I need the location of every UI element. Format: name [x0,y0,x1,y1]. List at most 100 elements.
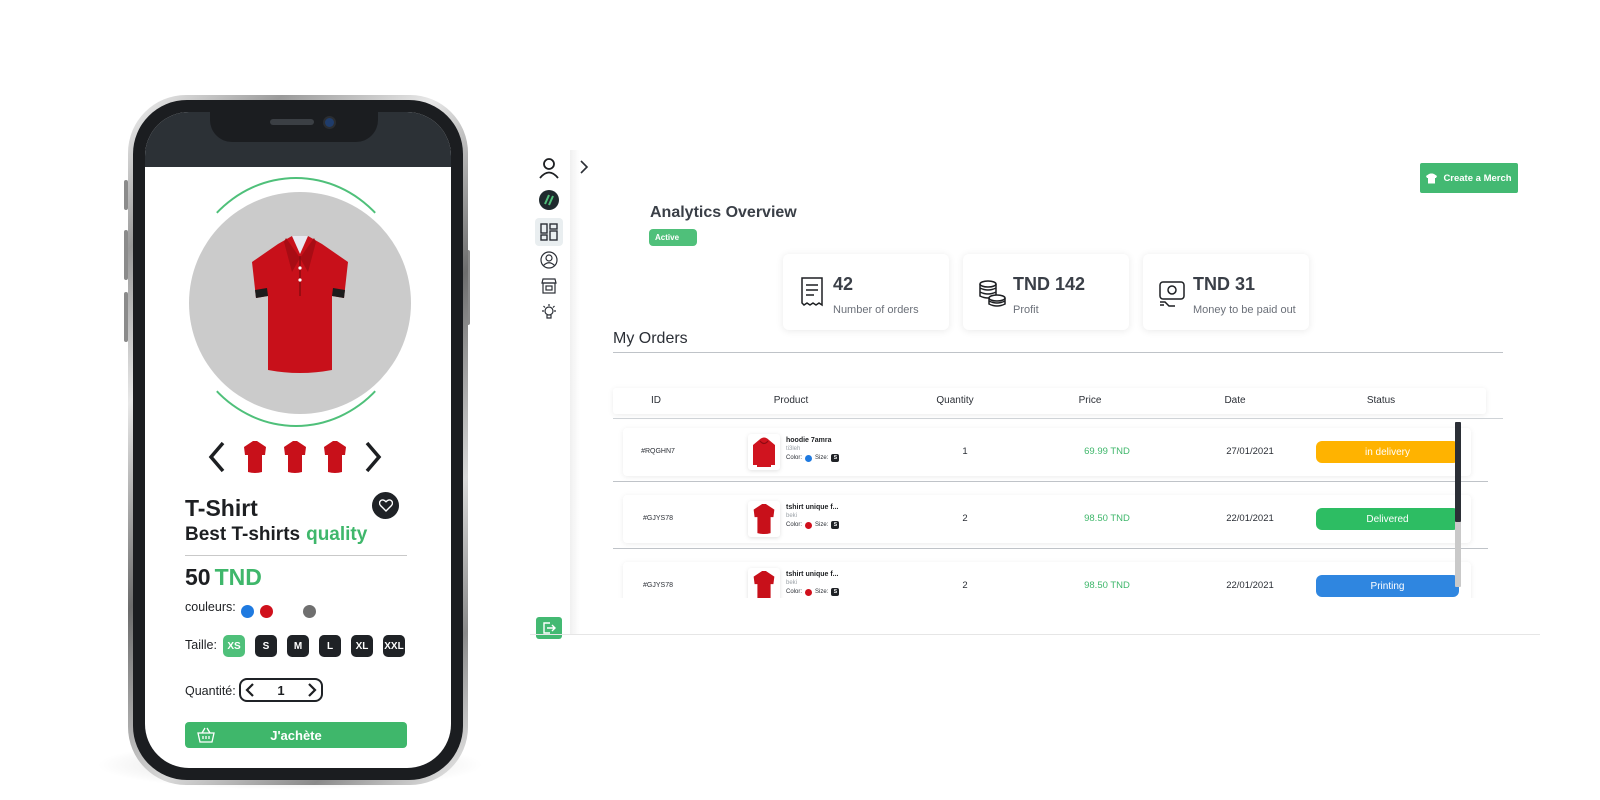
chevron-right-icon [580,160,589,174]
product-attributes: Color: Size: S [786,521,840,529]
color-option-gray[interactable] [303,605,316,618]
color-attr-label: Color: [786,455,803,461]
order-id: #GJYS78 [643,515,673,522]
buy-button-label: J'achète [270,727,322,743]
stat-card-orders: 42 Number of orders [783,254,949,330]
phone-screen: T-Shirt Best T-shirts quality 50 TND coule… [145,112,451,768]
product-thumbnail [748,434,780,470]
colors-label: couleurs: [185,600,236,614]
basket-icon [197,727,215,743]
expand-sidebar-button[interactable] [575,158,593,176]
receipt-icon [801,277,823,307]
size-attr-label: Size: [815,522,829,528]
tshirt-thumb-icon [324,441,346,473]
order-date: 22/01/2021 [1226,580,1274,591]
color-option-blue[interactable] [241,605,254,618]
tshirt-icon [252,236,348,373]
ideas-icon[interactable] [535,298,563,326]
tshirt-thumb-icon [284,441,306,473]
product-seller: beki [786,513,798,519]
product-cell: tshirt unique f... beki Color: Size: S [748,501,858,537]
order-price: 69.99 TND [1084,446,1130,457]
order-status-badge: Printing [1316,575,1459,597]
increment-icon[interactable] [306,682,318,698]
size-option-m[interactable]: M [287,635,309,657]
decrement-icon[interactable] [244,682,256,698]
table-row[interactable]: #GJYS78 tshirt unique f... beki Color: S… [623,495,1471,543]
size-badge: S [831,521,840,529]
order-quantity: 2 [962,513,968,524]
quantity-stepper: 1 [239,678,323,702]
table-header: ID Product Quantity Price Date Status [613,388,1486,414]
product-title: T-Shirt [185,495,258,521]
carousel-next-button[interactable] [361,439,385,475]
tagline-main: Best T-shirts [185,524,301,545]
product-name: tshirt unique f... [786,504,839,511]
scrollbar-thumb[interactable] [1455,422,1461,522]
status-badge: Active [649,229,697,246]
shirt-icon [1426,173,1438,183]
size-attr-label: Size: [815,589,829,595]
heart-icon [378,499,393,512]
order-status-badge: in delivery [1316,441,1459,463]
chevron-right-icon [365,441,382,473]
carousel-prev-button[interactable] [205,439,229,475]
product-name: hoodie 7amra [786,437,832,444]
stat-label: Money to be paid out [1193,304,1296,316]
column-header-quantity[interactable]: Quantity [936,395,973,406]
column-header-price[interactable]: Price [1079,395,1102,406]
column-header-status[interactable]: Status [1367,395,1395,406]
order-date: 27/01/2021 [1226,446,1274,457]
page-title: Analytics Overview [650,204,797,221]
quantity-label: Quantité: [185,684,236,698]
price-amount: 50 [185,564,211,590]
page: T-Shirt Best T-shirts quality 50 TND coule… [0,0,1600,800]
orders-table-body: #RQGHN7 hoodie 7amra ti3leh Color: Size:… [613,422,1503,598]
table-row[interactable]: #RQGHN7 hoodie 7amra ti3leh Color: Size:… [623,428,1471,476]
product-attributes: Color: Size: S [786,454,840,462]
thumbnail-tshirt[interactable] [241,439,269,475]
divider [530,634,1540,635]
favorite-button[interactable] [372,492,399,519]
size-option-xs[interactable]: XS [223,635,245,657]
status-bar [145,112,451,167]
logout-button[interactable] [536,617,562,639]
tshirt-icon [753,503,775,535]
size-option-l[interactable]: L [319,635,341,657]
price-currency: TND [214,564,262,590]
create-merch-button[interactable]: Create a Merch [1420,163,1518,193]
tshirt-thumb-icon [244,441,266,473]
column-header-date[interactable]: Date [1224,395,1245,406]
thumbnail-tshirt[interactable] [281,439,309,475]
order-quantity: 2 [962,580,968,591]
color-swatch [805,454,813,462]
thumbnail-carousel [205,437,385,477]
size-option-xxl[interactable]: XXL [383,635,405,657]
divider [613,352,1503,353]
quantity-value[interactable]: 1 [277,683,284,698]
color-options [241,605,316,618]
dashboard: Create a Merch Analytics Overview Active… [530,150,1540,650]
column-header-product[interactable]: Product [774,395,808,406]
product-price: 50 TND [185,564,262,591]
table-row[interactable]: #GJYS78 tshirt unique f... beki Color: S… [623,562,1471,598]
order-date: 22/01/2021 [1226,513,1274,524]
product-thumbnail [748,501,780,537]
order-id: #GJYS78 [643,582,673,589]
dashboard-icon[interactable] [535,218,563,246]
user-profile-icon[interactable] [535,154,563,182]
stat-value: 42 [833,274,854,294]
color-option-red[interactable] [260,605,273,618]
tagline-accent: quality [306,524,368,545]
color-attr-label: Color: [786,589,803,595]
account-icon[interactable] [535,246,563,274]
column-header-id[interactable]: ID [651,395,661,406]
size-option-xl[interactable]: XL [351,635,373,657]
payout-icon [1159,281,1185,307]
size-option-s[interactable]: S [255,635,277,657]
store-icon[interactable] [535,272,563,300]
brand-logo-icon[interactable] [535,186,563,214]
buy-button[interactable]: J'achète [185,722,407,748]
thumbnail-tshirt[interactable] [321,439,349,475]
phone-notch [210,112,378,142]
